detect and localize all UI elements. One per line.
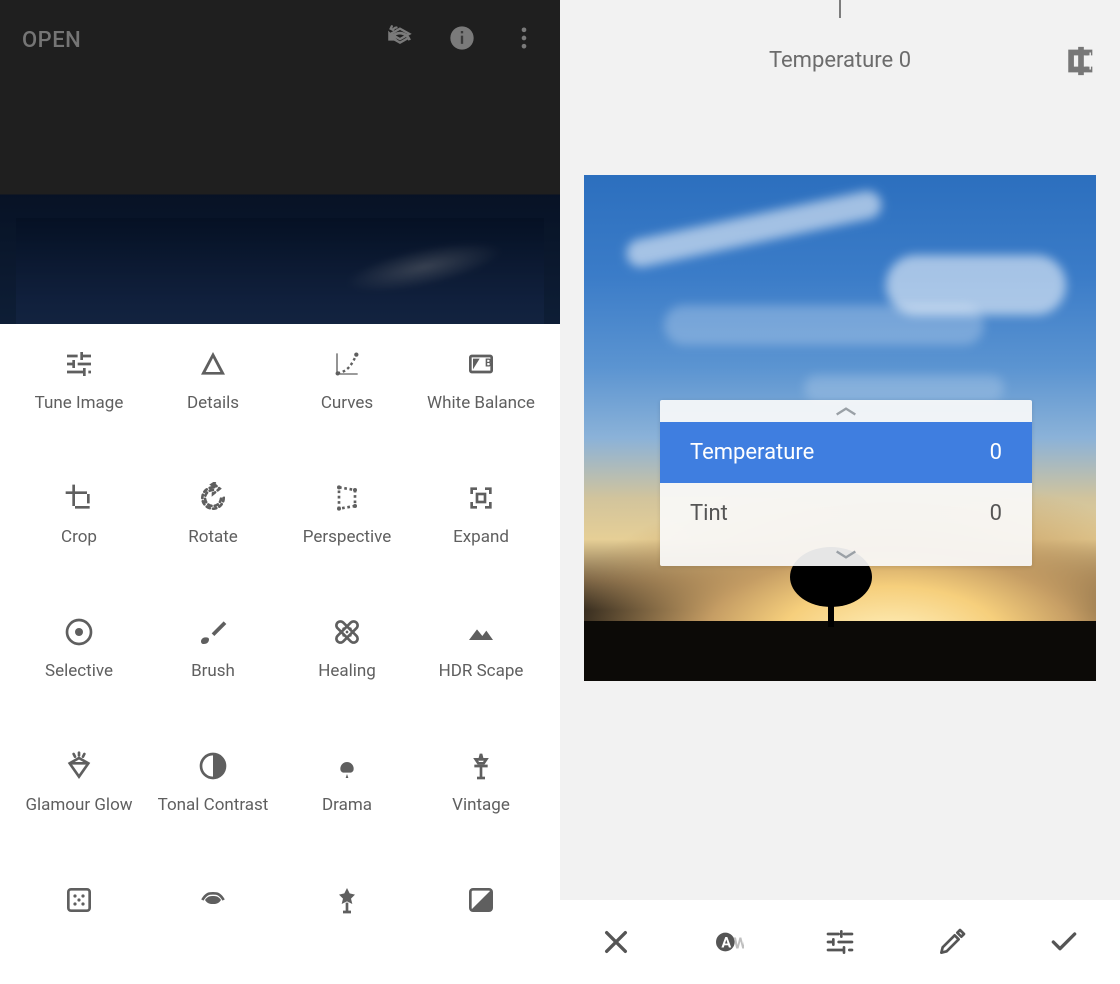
tool-label: Drama	[322, 796, 372, 816]
tune-icon	[59, 344, 99, 384]
info-icon[interactable]	[448, 24, 476, 56]
hdr-icon	[461, 612, 501, 652]
tools-sheet: Tune Image Details Curves B White Balanc…	[0, 324, 560, 984]
vintage-icon	[461, 746, 501, 786]
tool-label: Tune Image	[35, 394, 124, 414]
editor-backdrop: OPEN	[0, 0, 560, 324]
selective-icon	[59, 612, 99, 652]
slider-name: Tint	[690, 501, 728, 526]
tool-label: White Balance	[427, 394, 535, 414]
rotate-icon	[193, 478, 233, 518]
drama-icon	[327, 746, 367, 786]
tool-label: Perspective	[303, 528, 391, 548]
auto-white-balance-button[interactable]: AW	[707, 921, 749, 963]
tool-tonal-contrast[interactable]: Tonal Contrast	[146, 740, 280, 850]
svg-text:B: B	[485, 357, 492, 370]
tool-retrolux[interactable]	[146, 874, 280, 984]
tool-label: Selective	[45, 662, 113, 682]
svg-text:A: A	[721, 933, 731, 951]
readout-label: Temperature	[769, 48, 893, 73]
center-tick	[839, 0, 841, 18]
expand-icon	[461, 478, 501, 518]
tool-label: Healing	[318, 662, 376, 682]
tools-screen: OPEN Tune Image	[0, 0, 560, 984]
brush-icon	[193, 612, 233, 652]
tool-selective[interactable]: Selective	[12, 606, 146, 716]
tool-label: HDR Scape	[439, 662, 524, 682]
tool-rotate[interactable]: Rotate	[146, 472, 280, 582]
svg-text:W: W	[733, 934, 744, 953]
undo-stack-icon[interactable]	[386, 24, 414, 56]
bw-icon	[461, 880, 501, 920]
tool-grunge[interactable]	[280, 874, 414, 984]
tool-white-balance[interactable]: B White Balance	[414, 338, 548, 448]
tool-curves[interactable]: Curves	[280, 338, 414, 448]
open-button[interactable]: OPEN	[22, 28, 81, 53]
more-vert-icon[interactable]	[510, 24, 538, 56]
tool-perspective[interactable]: Perspective	[280, 472, 414, 582]
white-balance-icon: B	[461, 344, 501, 384]
tool-label: Crop	[61, 528, 97, 548]
tool-crop[interactable]: Crop	[12, 472, 146, 582]
edit-bottom-bar: AW	[560, 900, 1120, 984]
parameter-readout: Temperature 0	[560, 48, 1120, 73]
tool-label: Details	[187, 394, 239, 414]
compare-icon[interactable]	[1064, 44, 1098, 82]
tool-label: Expand	[453, 528, 509, 548]
details-icon	[193, 344, 233, 384]
top-bar: OPEN	[0, 0, 560, 80]
tool-label: Tonal Contrast	[158, 796, 269, 816]
perspective-icon	[327, 478, 367, 518]
tool-black-white[interactable]	[414, 874, 548, 984]
slider-value: 0	[990, 501, 1002, 526]
slider-row-temperature[interactable]: Temperature 0	[660, 422, 1032, 483]
tool-label: Curves	[321, 394, 373, 414]
slider-value: 0	[990, 440, 1002, 465]
tool-details[interactable]: Details	[146, 338, 280, 448]
tool-grid: Tune Image Details Curves B White Balanc…	[0, 338, 560, 984]
apply-button[interactable]	[1043, 921, 1085, 963]
tonal-icon	[193, 746, 233, 786]
tool-drama[interactable]: Drama	[280, 740, 414, 850]
healing-icon	[327, 612, 367, 652]
slider-row-tint[interactable]: Tint 0	[660, 483, 1032, 544]
retrolux-icon	[193, 880, 233, 920]
slider-name: Temperature	[690, 440, 814, 465]
glamour-icon	[59, 746, 99, 786]
cancel-button[interactable]	[595, 921, 637, 963]
chevron-down-icon	[660, 544, 1032, 566]
crop-icon	[59, 478, 99, 518]
tool-vintage[interactable]: Vintage	[414, 740, 548, 850]
tool-label: Vintage	[452, 796, 510, 816]
white-balance-screen: Temperature 0 Temperature 0 Tint 0	[560, 0, 1120, 984]
tool-label: Glamour Glow	[25, 796, 132, 816]
eyedropper-button[interactable]	[931, 921, 973, 963]
chevron-up-icon	[660, 400, 1032, 422]
grainy-icon	[59, 880, 99, 920]
adjust-button[interactable]	[819, 921, 861, 963]
tool-label: Brush	[191, 662, 235, 682]
curves-icon	[327, 344, 367, 384]
tool-glamour-glow[interactable]: Glamour Glow	[12, 740, 146, 850]
parameter-selector[interactable]: Temperature 0 Tint 0	[660, 400, 1032, 566]
tool-expand[interactable]: Expand	[414, 472, 548, 582]
tool-hdr-scape[interactable]: HDR Scape	[414, 606, 548, 716]
readout-value: 0	[899, 48, 911, 73]
tool-tune-image[interactable]: Tune Image	[12, 338, 146, 448]
tool-label: Rotate	[188, 528, 238, 548]
tool-brush[interactable]: Brush	[146, 606, 280, 716]
tool-healing[interactable]: Healing	[280, 606, 414, 716]
grunge-icon	[327, 880, 367, 920]
tool-grainy-film[interactable]	[12, 874, 146, 984]
